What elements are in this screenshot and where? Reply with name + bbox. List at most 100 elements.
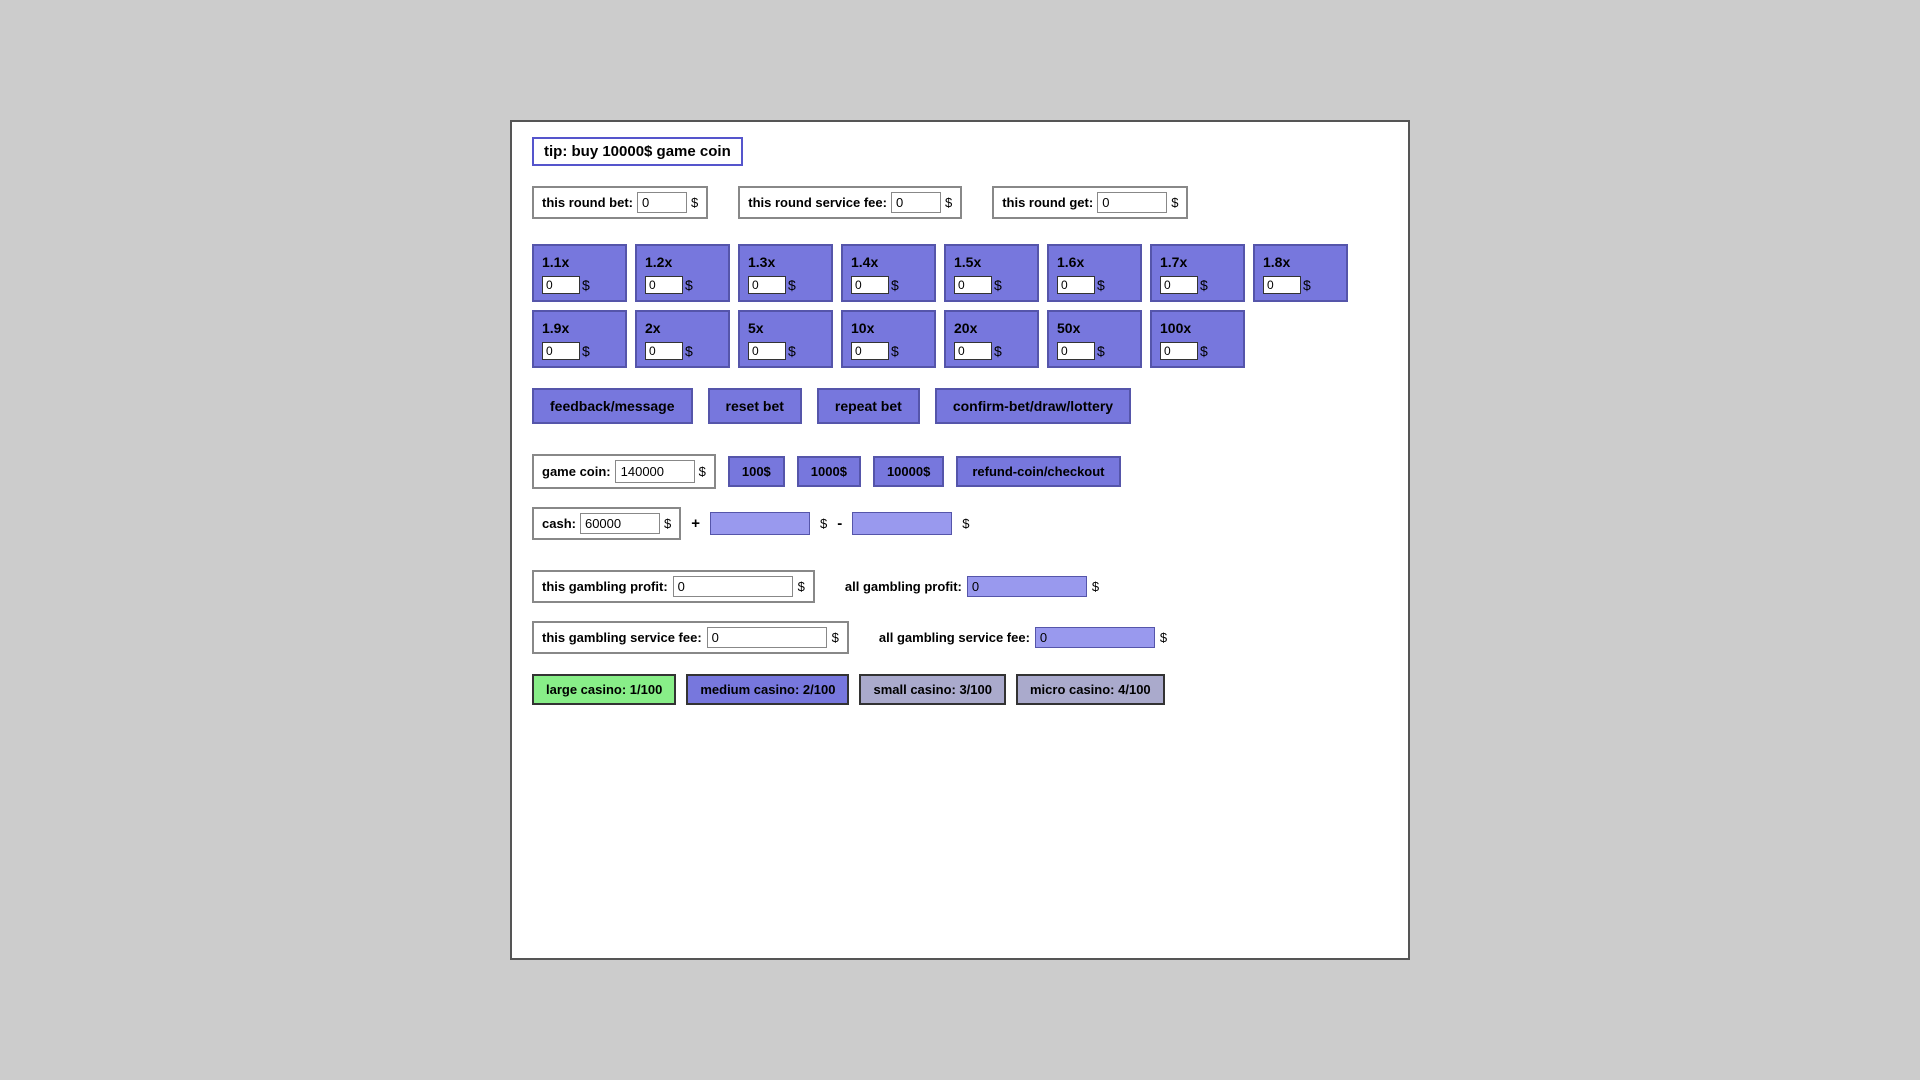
mult-dollar-5: $ [1097,277,1105,293]
round-get-input[interactable] [1097,192,1167,213]
round-bet-label: this round bet: [542,195,633,210]
multiplier-card-5x[interactable]: 5x $ [738,310,833,368]
mult-dollar-3: $ [891,277,899,293]
mult-dollar-14: $ [1200,343,1208,359]
mult-input-8[interactable] [542,342,580,360]
all-profit-dollar: $ [1092,579,1099,594]
mult-input-11[interactable] [851,342,889,360]
mult-dollar-8: $ [582,343,590,359]
casino-badge-2[interactable]: small casino: 3/100 [859,674,1006,705]
casino-badge-3[interactable]: micro casino: 4/100 [1016,674,1165,705]
plus-symbol: + [691,515,700,532]
all-fee-input[interactable] [1035,627,1155,648]
game-coin-label: game coin: [542,464,611,479]
mult-label-11: 10x [851,320,926,336]
mult-label-14: 100x [1160,320,1235,336]
mult-label-6: 1.7x [1160,254,1235,270]
game-coin-input[interactable] [615,460,695,483]
cash-add-input[interactable] [710,512,810,535]
mult-input-13[interactable] [1057,342,1095,360]
mult-input-row-6: $ [1160,276,1235,294]
mult-input-9[interactable] [645,342,683,360]
multiplier-card-1.4x[interactable]: 1.4x $ [841,244,936,302]
multiplier-card-1.2x[interactable]: 1.2x $ [635,244,730,302]
mult-input-5[interactable] [1057,276,1095,294]
add-10000-button[interactable]: 10000$ [873,456,944,487]
profit-row-1: this gambling profit: $ all gambling pro… [532,570,1388,603]
multiplier-card-1.6x[interactable]: 1.6x $ [1047,244,1142,302]
round-fee-input[interactable] [891,192,941,213]
multiplier-grid-row1: 1.1x $ 1.2x $ 1.3x $ 1.4x $ 1.5x [532,244,1388,368]
mult-input-row-4: $ [954,276,1029,294]
mult-dollar-12: $ [994,343,1002,359]
mult-input-14[interactable] [1160,342,1198,360]
mult-label-1: 1.2x [645,254,720,270]
mult-input-10[interactable] [748,342,786,360]
mult-label-10: 5x [748,320,823,336]
checkout-button[interactable]: refund-coin/checkout [956,456,1120,487]
add-1000-button[interactable]: 1000$ [797,456,861,487]
mult-input-7[interactable] [1263,276,1301,294]
all-profit-label: all gambling profit: [845,579,962,594]
repeat-bet-button[interactable]: repeat bet [817,388,920,424]
reset-bet-button[interactable]: reset bet [708,388,802,424]
all-fee-label: all gambling service fee: [879,630,1030,645]
mult-input-2[interactable] [748,276,786,294]
mult-input-row-10: $ [748,342,823,360]
mult-dollar-9: $ [685,343,693,359]
mult-dollar-13: $ [1097,343,1105,359]
multiplier-card-1.7x[interactable]: 1.7x $ [1150,244,1245,302]
this-profit-group: this gambling profit: $ [532,570,815,603]
main-panel: tip: buy 10000$ game coin this round bet… [510,120,1410,960]
casino-badge-1[interactable]: medium casino: 2/100 [686,674,849,705]
mult-dollar-1: $ [685,277,693,293]
cash-input[interactable] [580,513,660,534]
cash-sub-input[interactable] [852,512,952,535]
multiplier-card-1.9x[interactable]: 1.9x $ [532,310,627,368]
round-get-label: this round get: [1002,195,1093,210]
mult-input-0[interactable] [542,276,580,294]
profit-row-2: this gambling service fee: $ all gamblin… [532,621,1388,654]
tip-text: tip: buy 10000$ game coin [544,143,731,160]
cash-sub-dollar: $ [962,516,969,531]
mult-input-3[interactable] [851,276,889,294]
mult-input-row-12: $ [954,342,1029,360]
multiplier-card-1.5x[interactable]: 1.5x $ [944,244,1039,302]
multiplier-card-1.3x[interactable]: 1.3x $ [738,244,833,302]
all-fee-dollar: $ [1160,630,1167,645]
mult-input-row-2: $ [748,276,823,294]
add-100-button[interactable]: 100$ [728,456,785,487]
multiplier-card-100x[interactable]: 100x $ [1150,310,1245,368]
mult-dollar-4: $ [994,277,1002,293]
mult-input-row-9: $ [645,342,720,360]
mult-input-6[interactable] [1160,276,1198,294]
mult-input-row-7: $ [1263,276,1338,294]
multiplier-card-2x[interactable]: 2x $ [635,310,730,368]
mult-input-row-8: $ [542,342,617,360]
multiplier-card-50x[interactable]: 50x $ [1047,310,1142,368]
round-bet-group: this round bet: $ [532,186,708,219]
this-profit-input[interactable] [673,576,793,597]
confirm-bet-button[interactable]: confirm-bet/draw/lottery [935,388,1131,424]
this-profit-dollar: $ [798,579,805,594]
mult-input-1[interactable] [645,276,683,294]
multiplier-card-1.1x[interactable]: 1.1x $ [532,244,627,302]
this-fee-input[interactable] [707,627,827,648]
round-bet-input[interactable] [637,192,687,213]
mult-label-5: 1.6x [1057,254,1132,270]
mult-label-12: 20x [954,320,1029,336]
cash-dollar: $ [664,516,671,531]
action-row: feedback/message reset bet repeat bet co… [532,388,1388,424]
mult-label-0: 1.1x [542,254,617,270]
casino-row: large casino: 1/100 medium casino: 2/100 s… [532,674,1388,705]
multiplier-card-1.8x[interactable]: 1.8x $ [1253,244,1348,302]
round-get-dollar: $ [1171,195,1178,210]
mult-input-12[interactable] [954,342,992,360]
casino-badge-0[interactable]: large casino: 1/100 [532,674,676,705]
multiplier-card-20x[interactable]: 20x $ [944,310,1039,368]
mult-label-9: 2x [645,320,720,336]
all-profit-input[interactable] [967,576,1087,597]
feedback-button[interactable]: feedback/message [532,388,693,424]
mult-input-4[interactable] [954,276,992,294]
multiplier-card-10x[interactable]: 10x $ [841,310,936,368]
